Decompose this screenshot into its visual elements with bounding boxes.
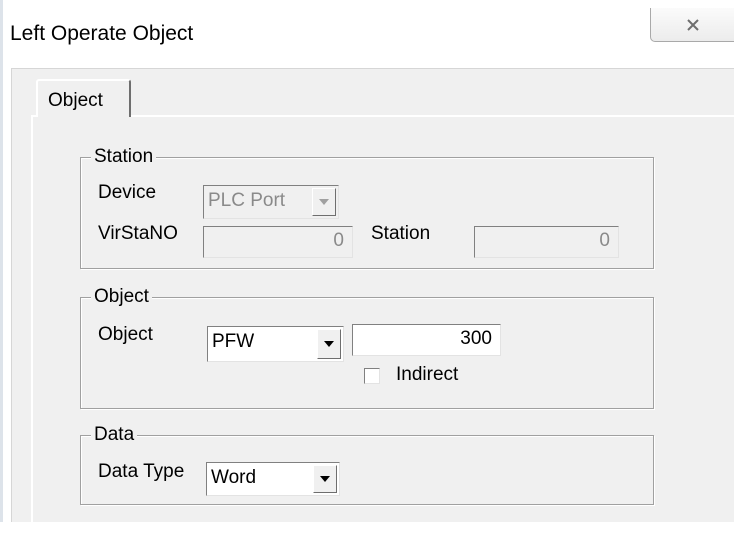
- close-icon: [686, 18, 699, 31]
- indirect-checkbox[interactable]: [364, 368, 380, 384]
- device-label: Device: [98, 182, 157, 203]
- chevron-down-icon: [324, 341, 334, 347]
- tab-object-label: Object: [48, 90, 103, 111]
- chevron-down-icon: [319, 199, 329, 205]
- data-group-legend: Data: [91, 424, 138, 446]
- object-group: Object Object PFW 300 Indirect: [80, 286, 654, 409]
- tab-panel-object: Station Device PLC Port VirStaNO 0 Stati…: [31, 115, 734, 535]
- left-edge: [0, 0, 3, 522]
- object-group-legend: Object: [91, 286, 152, 308]
- object-type-dropdown-button[interactable]: [317, 329, 341, 359]
- station-label: Station: [371, 223, 431, 244]
- object-type-value: PFW: [212, 331, 255, 352]
- tab-object[interactable]: Object: [36, 79, 131, 117]
- close-button[interactable]: [650, 8, 734, 42]
- data-type-label: Data Type: [98, 461, 185, 482]
- device-combo-value: PLC Port: [208, 190, 286, 211]
- device-combo[interactable]: PLC Port: [203, 185, 339, 219]
- device-dropdown-button[interactable]: [312, 188, 336, 216]
- virstano-label: VirStaNO: [98, 223, 178, 244]
- indirect-label: Indirect: [396, 364, 459, 385]
- object-label: Object: [98, 324, 153, 345]
- virstano-field[interactable]: 0: [203, 226, 353, 258]
- data-group: Data Data Type Word: [80, 424, 654, 505]
- object-type-combo[interactable]: PFW: [207, 326, 344, 362]
- station-field[interactable]: 0: [474, 226, 619, 258]
- station-group: Station Device PLC Port VirStaNO 0 Stati…: [80, 146, 654, 269]
- window-title: Left Operate Object: [10, 22, 194, 45]
- data-type-dropdown-button[interactable]: [313, 465, 337, 493]
- data-type-combo[interactable]: Word: [206, 462, 340, 496]
- object-address-field[interactable]: 300: [352, 324, 501, 356]
- data-type-value: Word: [211, 467, 257, 488]
- station-group-legend: Station: [91, 146, 157, 168]
- chevron-down-icon: [320, 476, 330, 482]
- dialog-body: Object Station Device PLC Port VirStaNO …: [11, 68, 734, 535]
